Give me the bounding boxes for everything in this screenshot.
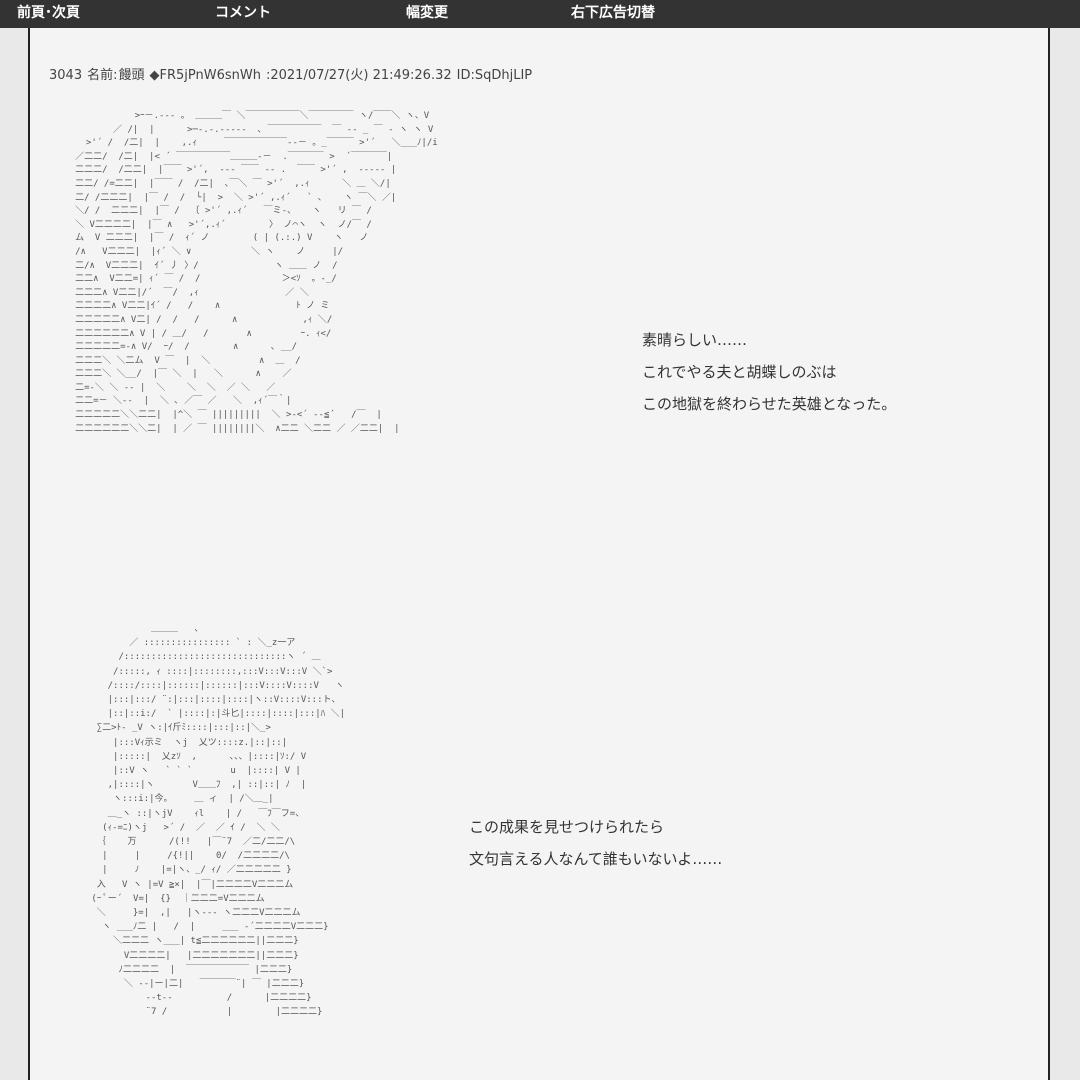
ad-toggle-link[interactable]: 右下広告切替 xyxy=(571,4,655,22)
dialogue-block-2: この成果を見せつけられたら 文句言える人なんて誰もいないよ…… xyxy=(469,811,722,875)
ascii-art-scene-1: >ｰ－.‐‐- 。 ＿＿＿￣ ＼￣￣￣￣￣￣＼￣￣￣￣￣ ヽ/￣￣＼ ヽ、V ／… xyxy=(75,111,438,434)
post-id: ID:SqDhjLIP xyxy=(456,68,533,83)
dialogue-line: この成果を見せつけられたら xyxy=(469,818,665,836)
post-header: 3043 名前:饅頭 ◆FR5jPnW6snWh :2021/07/27(火) 21:… xyxy=(49,64,537,83)
comment-link[interactable]: コメント xyxy=(215,4,271,22)
dialogue-line: 素晴らしい…… xyxy=(642,331,748,349)
dialogue-block-1: 素晴らしい…… これでやる夫と胡蝶しのぶは この地獄を終わらせた英雄となった。 xyxy=(642,324,896,420)
ascii-art-scene-2: ＿＿＿ 、 ／ :::::::::::::::: ` : ＼_z一ア /::::… xyxy=(91,624,346,1018)
dialogue-line: 文句言える人なんて誰もいないよ…… xyxy=(469,850,723,868)
post-date: :2021/07/27(火) 21:49:26.32 xyxy=(265,68,452,83)
prev-next-page-link[interactable]: 前頁･次頁 xyxy=(17,4,80,22)
post-trip-code: ◆FR5jPnW6snWh xyxy=(149,68,261,83)
dialogue-line: これでやる夫と胡蝶しのぶは xyxy=(642,363,837,381)
post-author-name: 饅頭 xyxy=(118,68,145,83)
top-nav-bar: 前頁･次頁 コメント 幅変更 右下広告切替 xyxy=(0,0,1080,28)
post-name-label: 名前: xyxy=(87,68,118,83)
post-number: 3043 xyxy=(49,68,83,83)
dialogue-line: この地獄を終わらせた英雄となった。 xyxy=(642,395,897,413)
width-change-link[interactable]: 幅変更 xyxy=(406,4,448,22)
